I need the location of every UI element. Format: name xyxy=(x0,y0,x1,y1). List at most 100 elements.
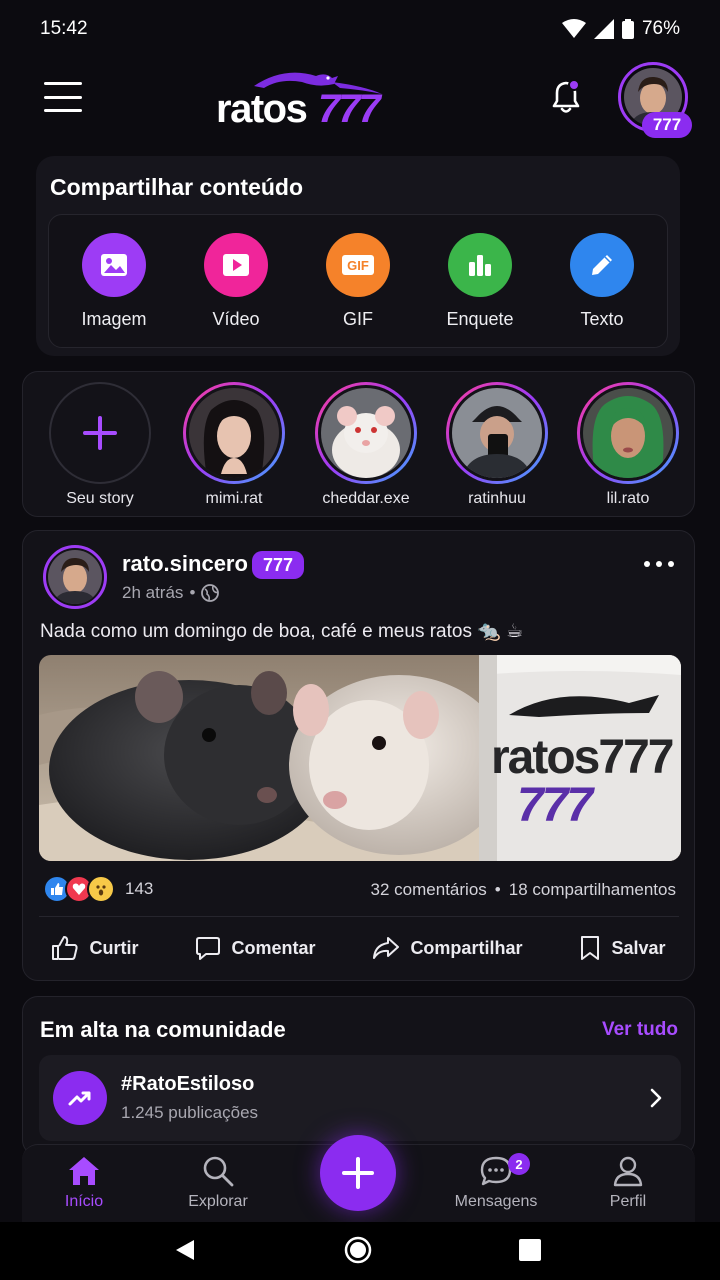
story-avatar xyxy=(583,388,673,478)
add-story-button[interactable] xyxy=(49,382,151,484)
like-button[interactable]: Curtir xyxy=(51,935,138,961)
post-author-avatar[interactable] xyxy=(43,545,107,609)
meta-separator: • xyxy=(189,583,196,602)
share-gif-button[interactable]: GIF GIF xyxy=(303,232,413,330)
more-options-icon[interactable] xyxy=(644,561,674,569)
profile-avatar-button[interactable]: 777 xyxy=(618,62,692,138)
messages-badge: 2 xyxy=(508,1153,530,1175)
app-header: ratos 777 777 xyxy=(0,58,720,146)
trending-count: 1.245 publicações xyxy=(121,1103,259,1122)
play-icon xyxy=(204,232,268,297)
nav-profile[interactable]: Perfil xyxy=(568,1155,688,1211)
signal-icon xyxy=(593,19,614,39)
svg-text:777: 777 xyxy=(318,87,382,131)
story-label: Seu story xyxy=(66,490,134,507)
share-title: Compartilhar conteúdo xyxy=(50,174,304,200)
comments-count[interactable]: 32 comentários xyxy=(371,880,487,900)
story-item[interactable]: lil.rato xyxy=(572,382,684,508)
story-avatar xyxy=(189,388,279,478)
story-label: mimi.rat xyxy=(205,490,263,507)
share-arrow-icon xyxy=(373,937,400,959)
mug-brand: ratos777 xyxy=(491,731,673,784)
comment-button[interactable]: Comentar xyxy=(195,935,315,961)
status-time: 15:42 xyxy=(40,18,88,39)
bar-chart-icon xyxy=(448,232,512,297)
post-actions: Curtir Comentar Compartilhar Salvar xyxy=(23,927,694,969)
reaction-count: 143 xyxy=(125,879,154,898)
user-icon xyxy=(613,1156,643,1187)
create-post-button[interactable] xyxy=(320,1135,396,1211)
nav-messages[interactable]: 2 Mensagens xyxy=(436,1153,556,1211)
share-label: Imagem xyxy=(81,308,147,329)
post-card: rato.sincero 777 2h atrás • Nada como um… xyxy=(22,530,695,981)
wow-reaction-icon xyxy=(87,875,115,903)
image-icon xyxy=(82,232,146,297)
thumbs-up-icon xyxy=(52,936,79,960)
pencil-icon xyxy=(570,232,634,297)
system-navigation-bar xyxy=(0,1222,720,1280)
post-image[interactable]: ratos777 777 xyxy=(39,655,681,861)
notifications-button[interactable] xyxy=(544,74,588,118)
post-text: Nada como um domingo de boa, café e meus… xyxy=(40,621,524,642)
nav-explore-label: Explorar xyxy=(188,1193,248,1210)
svg-text:GIF: GIF xyxy=(347,258,369,273)
trending-title: Em alta na comunidade xyxy=(40,1017,286,1042)
reactions-summary[interactable]: 143 xyxy=(43,875,153,903)
gif-icon: GIF xyxy=(326,232,390,297)
nav-profile-label: Perfil xyxy=(609,1193,647,1210)
story-add[interactable]: Seu story xyxy=(44,382,156,508)
recents-icon[interactable] xyxy=(518,1238,542,1262)
home-icon xyxy=(69,1157,99,1185)
shares-count[interactable]: 18 compartilhamentos xyxy=(509,880,676,900)
nav-messages-label: Mensagens xyxy=(454,1193,538,1210)
home-circle-icon[interactable] xyxy=(344,1236,372,1264)
svg-text:ratos: ratos xyxy=(216,87,307,131)
comment-label: Comentar xyxy=(231,937,316,958)
story-avatar xyxy=(321,388,411,478)
comment-icon xyxy=(196,937,221,960)
share-label: Enquete xyxy=(446,308,514,329)
status-bar: 15:42 76% xyxy=(0,0,720,58)
save-label: Salvar xyxy=(611,937,666,958)
wifi-icon xyxy=(561,19,586,38)
share-image-button[interactable]: Imagem xyxy=(59,232,169,330)
nav-explore[interactable]: Explorar xyxy=(158,1155,278,1211)
share-label: Compartilhar xyxy=(410,937,523,958)
back-icon[interactable] xyxy=(174,1238,196,1262)
share-content-card: Compartilhar conteúdo Imagem Vídeo GIF G… xyxy=(36,156,680,356)
battery-level: 76% xyxy=(641,18,680,39)
share-video-button[interactable]: Vídeo xyxy=(181,232,291,330)
chat-icon xyxy=(480,1156,512,1186)
see-all-link[interactable]: Ver tudo xyxy=(602,1019,678,1041)
share-label: Texto xyxy=(580,308,624,329)
mug-number: 777 xyxy=(517,779,595,832)
story-item[interactable]: ratinhuu xyxy=(441,382,553,508)
share-text-button[interactable]: Texto xyxy=(547,232,657,330)
stories-row: Seu story mimi.rat cheddar.exe ratinhuu … xyxy=(22,371,695,517)
trending-item[interactable]: #RatoEstiloso 1.245 publicações xyxy=(39,1055,681,1141)
chevron-right-icon xyxy=(650,1088,662,1108)
search-icon xyxy=(203,1156,234,1187)
story-label: ratinhuu xyxy=(468,490,526,507)
trending-section: Em alta na comunidade Ver tudo #RatoEsti… xyxy=(22,996,695,1156)
brand-logo[interactable]: ratos 777 xyxy=(214,64,389,134)
stats-separator: • xyxy=(494,880,501,899)
bottom-navigation: Início Explorar 2 Mensagens Perfil xyxy=(22,1135,695,1222)
post-stats: 32 comentários • 18 compartilhamentos xyxy=(371,880,676,900)
bookmark-icon xyxy=(581,936,600,960)
story-avatar xyxy=(452,388,542,478)
post-username[interactable]: rato.sincero xyxy=(122,551,248,577)
status-icons: 76% xyxy=(561,18,680,40)
share-poll-button[interactable]: Enquete xyxy=(425,232,535,330)
post-time: 2h atrás xyxy=(122,583,184,602)
menu-icon[interactable] xyxy=(44,82,82,112)
trending-up-icon xyxy=(53,1071,107,1125)
plus-icon xyxy=(83,416,117,450)
nav-home[interactable]: Início xyxy=(24,1155,144,1211)
share-button[interactable]: Compartilhar xyxy=(372,935,522,961)
plus-icon xyxy=(342,1157,374,1189)
story-item[interactable]: cheddar.exe xyxy=(310,382,422,508)
save-button[interactable]: Salvar xyxy=(579,935,665,961)
share-options: Imagem Vídeo GIF GIF Enquete Texto xyxy=(48,214,668,348)
story-item[interactable]: mimi.rat xyxy=(178,382,290,508)
